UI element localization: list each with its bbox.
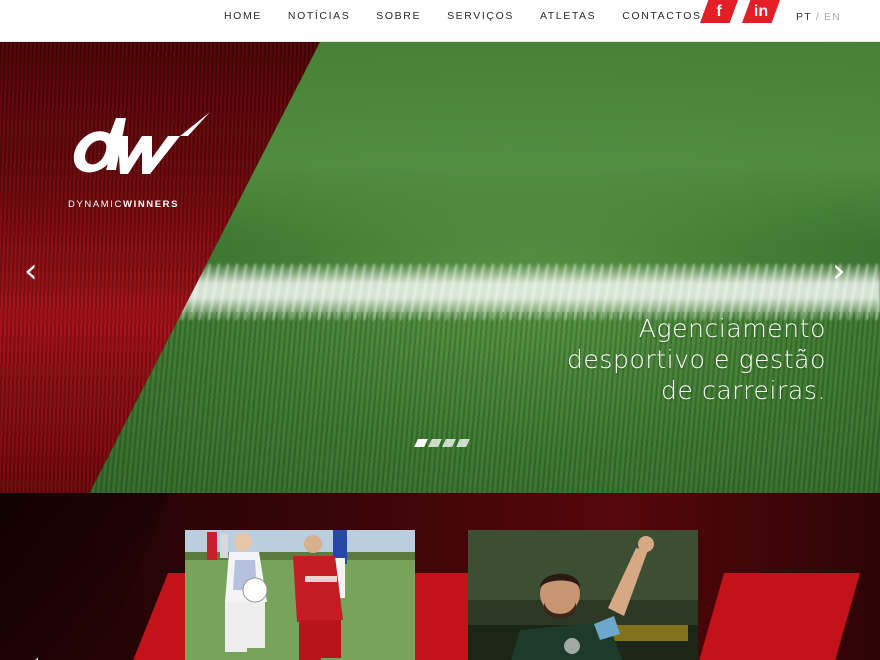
lang-pt[interactable]: PT	[796, 11, 812, 23]
athlete-photo-captain	[468, 530, 698, 660]
slider-dot-1[interactable]	[414, 439, 428, 447]
slider-dot-3[interactable]	[442, 439, 456, 447]
slider-dot-2[interactable]	[428, 439, 442, 447]
logo-wordmark: DYNAMICWINNERS	[68, 199, 213, 210]
social-links: f in	[700, 0, 784, 23]
athlete-card-photo-2[interactable]	[468, 530, 698, 660]
lang-separator: /	[815, 11, 820, 23]
logo-word-winners: WINNERS	[123, 199, 180, 210]
nav-atletas[interactable]: ATLETAS	[540, 10, 596, 22]
hero-tagline-line2: desportivo e gestão	[566, 345, 826, 374]
nav-servicos[interactable]: SERVIÇOS	[447, 10, 514, 22]
nav-noticias[interactable]: NOTÍCIAS	[288, 10, 350, 22]
dw-logo-mark	[73, 112, 210, 174]
nav-sobre[interactable]: SOBRE	[376, 10, 421, 22]
hero-tagline: Agenciamento desportivo e gestão de carr…	[526, 313, 826, 406]
nav-home[interactable]: HOME	[224, 10, 262, 22]
slider-pagination	[414, 439, 472, 447]
athlete-photo-soccer-match	[185, 530, 415, 660]
hero-tagline-line3: de carreiras.	[661, 376, 826, 405]
facebook-icon[interactable]: f	[700, 0, 738, 23]
language-switcher: PT / EN	[796, 11, 841, 23]
athletes-prev-arrow-icon[interactable]: ‹	[30, 648, 40, 660]
hero-slider: DYNAMICWINNERS ‹ › Agenciamento desporti…	[0, 42, 880, 493]
hero-tagline-line1: Agenciamento	[638, 314, 826, 343]
nav-contactos[interactable]: CONTACTOS	[622, 10, 701, 22]
slider-dot-4[interactable]	[456, 439, 470, 447]
athlete-card-photo-1[interactable]	[185, 530, 415, 660]
lang-en[interactable]: EN	[824, 11, 841, 23]
site-header: HOME NOTÍCIAS SOBRE SERVIÇOS ATLETAS CON…	[0, 0, 880, 42]
linkedin-icon[interactable]: in	[742, 0, 780, 23]
slider-next-arrow-icon[interactable]: ›	[832, 254, 846, 288]
slider-prev-arrow-icon[interactable]: ‹	[24, 254, 38, 288]
site-logo[interactable]: DYNAMICWINNERS	[68, 112, 213, 210]
logo-word-dynamic: DYNAMIC	[68, 199, 124, 210]
athletes-red-shape-right	[690, 573, 860, 660]
athletes-section: ‹	[0, 493, 880, 660]
main-nav: HOME NOTÍCIAS SOBRE SERVIÇOS ATLETAS CON…	[224, 10, 728, 22]
